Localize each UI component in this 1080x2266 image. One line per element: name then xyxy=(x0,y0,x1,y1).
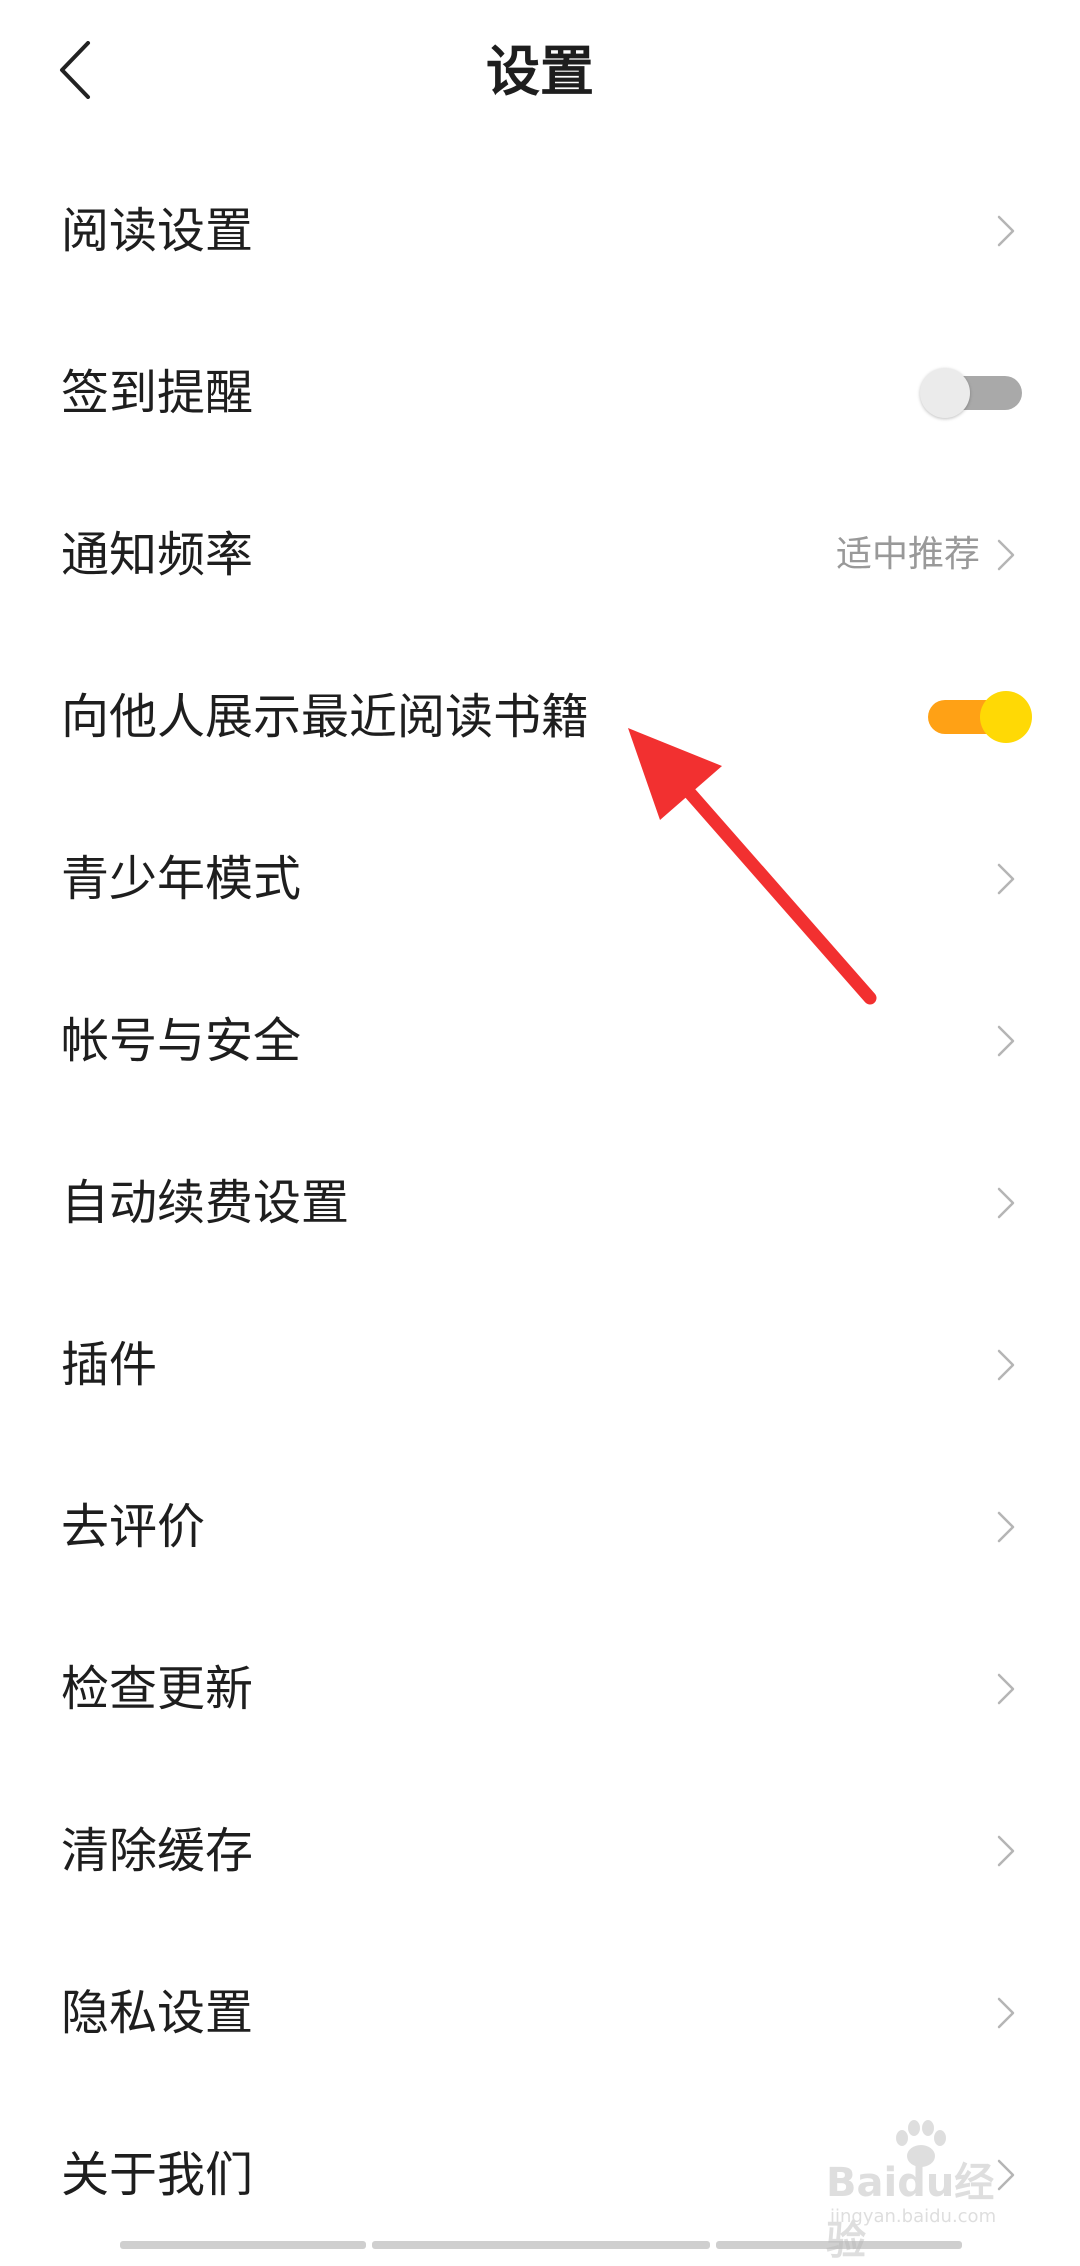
chevron-right-icon xyxy=(997,1835,1015,1867)
settings-item-privacy[interactable]: 隐私设置 xyxy=(0,1932,1080,2094)
settings-item-label: 插件 xyxy=(61,1337,158,1393)
settings-item-label: 关于我们 xyxy=(61,2147,254,2203)
toggle-knob xyxy=(920,368,970,418)
chevron-right-icon xyxy=(997,1997,1015,2029)
settings-item-label: 通知频率 xyxy=(61,527,254,583)
chevron-right-icon xyxy=(997,1349,1015,1381)
chevron-right-icon xyxy=(997,863,1015,895)
settings-item-reading[interactable]: 阅读设置 xyxy=(0,150,1080,312)
bottom-strip xyxy=(372,2241,710,2249)
settings-item-rate[interactable]: 去评价 xyxy=(0,1446,1080,1608)
settings-item-value: 适中推荐 xyxy=(835,534,980,575)
settings-item-label: 阅读设置 xyxy=(61,203,254,259)
settings-item-clear-cache[interactable]: 清除缓存 xyxy=(0,1770,1080,1932)
settings-item-auto-renew[interactable]: 自动续费设置 xyxy=(0,1122,1080,1284)
settings-item-checkin-reminder: 签到提醒 xyxy=(0,312,1080,474)
page-title: 设置 xyxy=(486,40,594,103)
settings-item-label: 去评价 xyxy=(61,1499,206,1555)
settings-item-check-update[interactable]: 检查更新 xyxy=(0,1608,1080,1770)
settings-item-label: 签到提醒 xyxy=(61,365,254,421)
settings-item-plugins[interactable]: 插件 xyxy=(0,1284,1080,1446)
settings-list: 阅读设置 签到提醒 通知频率 适中推荐 向他人展示最近阅读书籍 青少年模式 帐号… xyxy=(0,150,1080,2256)
settings-item-show-recent-books: 向他人展示最近阅读书籍 xyxy=(0,636,1080,798)
show-recent-books-toggle[interactable] xyxy=(928,691,1032,743)
chevron-right-icon xyxy=(997,1511,1015,1543)
checkin-reminder-toggle[interactable] xyxy=(920,368,1022,418)
settings-item-teen-mode[interactable]: 青少年模式 xyxy=(0,798,1080,960)
settings-item-label: 青少年模式 xyxy=(61,851,302,907)
settings-item-notification-frequency[interactable]: 通知频率 适中推荐 xyxy=(0,474,1080,636)
chevron-right-icon xyxy=(997,539,1015,571)
settings-item-label: 自动续费设置 xyxy=(61,1175,350,1231)
settings-item-label: 隐私设置 xyxy=(61,1985,254,2041)
settings-item-label: 清除缓存 xyxy=(61,1823,254,1879)
header-bar: 设置 xyxy=(0,0,1080,150)
chevron-right-icon xyxy=(997,2159,1015,2191)
bottom-strip xyxy=(716,2241,962,2249)
toggle-knob xyxy=(980,691,1032,743)
chevron-right-icon xyxy=(997,1187,1015,1219)
chevron-right-icon xyxy=(997,215,1015,247)
settings-item-label: 向他人展示最近阅读书籍 xyxy=(61,689,590,745)
bottom-strip xyxy=(120,2241,366,2249)
settings-item-about[interactable]: 关于我们 xyxy=(0,2094,1080,2256)
chevron-right-icon xyxy=(997,1025,1015,1057)
settings-item-label: 检查更新 xyxy=(61,1661,254,1717)
settings-item-account-security[interactable]: 帐号与安全 xyxy=(0,960,1080,1122)
settings-item-label: 帐号与安全 xyxy=(61,1013,302,1069)
chevron-right-icon xyxy=(997,1673,1015,1705)
